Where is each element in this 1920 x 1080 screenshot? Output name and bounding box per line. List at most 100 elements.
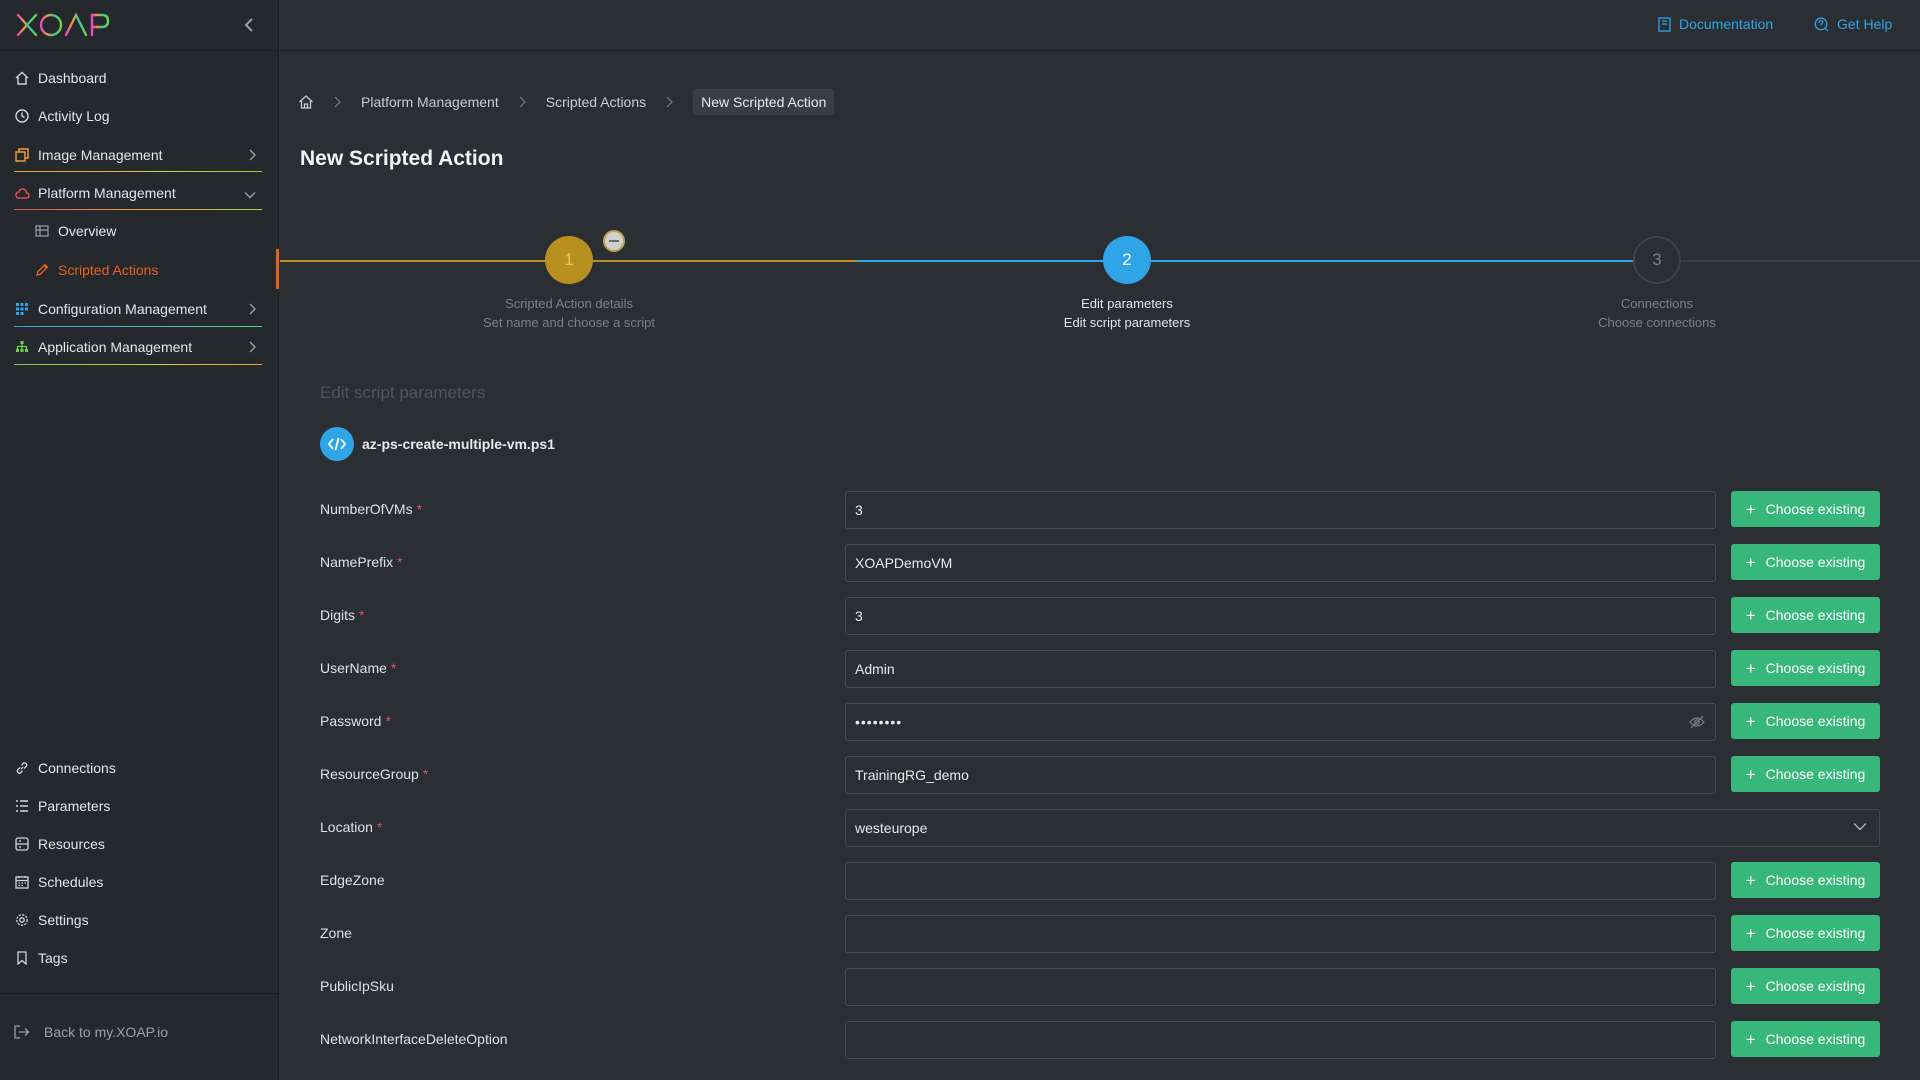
networkinterfacedeleteoption-input[interactable] [845, 1021, 1716, 1059]
param-label: Password * [320, 713, 391, 729]
sidebar: Dashboard Activity Log Image Management … [0, 0, 279, 1080]
param-label-text: UserName [320, 660, 387, 676]
choose-existing-button[interactable]: + Choose existing [1731, 597, 1880, 633]
choose-existing-label: Choose existing [1765, 660, 1866, 676]
required-mark: * [397, 554, 403, 570]
calendar-icon [14, 874, 30, 890]
sidebar-item-connections[interactable]: Connections [14, 754, 264, 782]
step-3-label: Connections Choose connections [1527, 294, 1787, 332]
bookmark-icon [14, 950, 30, 966]
sidebar-item-label: Dashboard [38, 70, 107, 86]
chevron-left-icon [244, 18, 253, 32]
sidebar-subitem-overview[interactable]: Overview [34, 217, 264, 245]
sidebar-item-dashboard[interactable]: Dashboard [14, 64, 264, 92]
chevron-right-icon [666, 96, 673, 108]
back-to-xoap-link[interactable]: Back to my.XOAP.io [14, 1024, 168, 1040]
nav-underline [14, 209, 262, 210]
step-2-label: Edit parameters Edit script parameters [997, 294, 1257, 332]
param-label-text: Zone [320, 925, 352, 941]
step-line-active [857, 260, 1673, 262]
book-icon [1658, 16, 1671, 32]
sidebar-item-schedules[interactable]: Schedules [14, 868, 264, 896]
sidebar-subitem-label: Overview [58, 223, 117, 239]
choose-existing-button[interactable]: + Choose existing [1731, 650, 1880, 686]
nav-underline [14, 364, 262, 365]
nav-underline [14, 171, 262, 172]
sidebar-item-configuration-management[interactable]: Configuration Management [14, 295, 264, 323]
choose-existing-button[interactable]: + Choose existing [1731, 915, 1880, 951]
param-row-resourcegroup: ResourceGroup * TrainingRG_demo + Choose e… [320, 756, 1880, 794]
choose-existing-button[interactable]: + Choose existing [1731, 756, 1880, 792]
stack-icon [14, 836, 30, 852]
choose-existing-button[interactable]: + Choose existing [1731, 862, 1880, 898]
breadcrumb-current: New Scripted Action [693, 89, 835, 115]
param-label-text: NetworkInterfaceDeleteOption [320, 1031, 508, 1047]
choose-existing-label: Choose existing [1765, 978, 1866, 994]
digits-input[interactable]: 3 [845, 597, 1716, 635]
sidebar-item-activity-log[interactable]: Activity Log [14, 102, 264, 130]
chevron-down-icon [244, 186, 256, 202]
sidebar-item-label: Tags [38, 950, 68, 966]
breadcrumb-scripted-actions[interactable]: Scripted Actions [546, 94, 646, 110]
documentation-link[interactable]: Documentation [1658, 16, 1773, 32]
sidebar-item-label: Platform Management [38, 185, 176, 201]
choose-existing-button[interactable]: + Choose existing [1731, 703, 1880, 739]
username-input[interactable]: Admin [845, 650, 1716, 688]
xoap-logo[interactable] [16, 11, 110, 39]
nameprefix-input[interactable]: XOAPDemoVM [845, 544, 1716, 582]
step-2-circle[interactable]: 2 [1103, 236, 1151, 284]
collapse-sidebar-button[interactable] [238, 14, 260, 36]
password-input[interactable]: •••••••• [845, 703, 1716, 741]
breadcrumb-home-icon[interactable] [298, 94, 314, 110]
choose-existing-button[interactable]: + Choose existing [1731, 1021, 1880, 1057]
sidebar-item-tags[interactable]: Tags [14, 944, 264, 972]
zone-input[interactable] [845, 915, 1716, 953]
get-help-link[interactable]: Get Help [1814, 16, 1892, 32]
step-1-circle[interactable]: 1 [545, 236, 593, 284]
step-1-title: Scripted Action details [505, 296, 633, 311]
param-label: ResourceGroup * [320, 766, 428, 782]
choose-existing-button[interactable]: + Choose existing [1731, 544, 1880, 580]
sidebar-subitem-scripted-actions[interactable]: Scripted Actions [34, 256, 264, 284]
sidebar-subitem-label: Scripted Actions [58, 262, 159, 278]
location-select[interactable]: westeurope [845, 809, 1880, 847]
sidebar-item-resources[interactable]: Resources [14, 830, 264, 858]
plus-icon: + [1745, 711, 1756, 731]
table-icon [34, 223, 50, 239]
sidebar-item-image-management[interactable]: Image Management [14, 141, 264, 169]
sidebar-item-label: Resources [38, 836, 105, 852]
active-indicator [276, 249, 279, 289]
publicipsku-input[interactable] [845, 968, 1716, 1006]
sidebar-item-platform-management[interactable]: Platform Management [14, 179, 264, 207]
param-row-nameprefix: NamePrefix * XOAPDemoVM + Choose existing [320, 544, 1880, 582]
step-2-subtitle: Edit script parameters [1063, 315, 1191, 330]
exit-icon [14, 1025, 30, 1039]
choose-existing-label: Choose existing [1765, 501, 1866, 517]
breadcrumb: Platform Management Scripted Actions New… [298, 88, 835, 116]
list-icon [14, 798, 30, 814]
param-row-networkinterfacedeleteoption: NetworkInterfaceDeleteOption + Choose exi… [320, 1021, 1880, 1059]
required-mark: * [416, 501, 423, 517]
breadcrumb-platform-management[interactable]: Platform Management [361, 94, 499, 110]
choose-existing-button[interactable]: + Choose existing [1731, 491, 1880, 527]
logo-row [0, 0, 278, 51]
minus-icon[interactable] [603, 230, 625, 252]
resourcegroup-input[interactable]: TrainingRG_demo [845, 756, 1716, 794]
sidebar-item-parameters[interactable]: Parameters [14, 792, 264, 820]
param-label: EdgeZone [320, 872, 385, 888]
eye-off-icon[interactable] [1689, 715, 1705, 729]
numberofvms-input[interactable]: 3 [845, 491, 1716, 529]
choose-existing-label: Choose existing [1765, 1031, 1866, 1047]
sidebar-item-application-management[interactable]: Application Management [14, 333, 264, 361]
chevron-down-icon [1853, 822, 1867, 831]
param-row-numberofvms: NumberOfVMs * 3 + Choose existing [320, 491, 1880, 529]
choose-existing-button[interactable]: + Choose existing [1731, 968, 1880, 1004]
link-icon [14, 760, 30, 776]
sidebar-item-settings[interactable]: Settings [14, 906, 264, 934]
get-help-label: Get Help [1837, 16, 1893, 32]
choose-existing-label: Choose existing [1765, 925, 1866, 941]
choose-existing-label: Choose existing [1765, 872, 1866, 888]
edgezone-input[interactable] [845, 862, 1716, 900]
step-3-circle[interactable]: 3 [1633, 236, 1681, 284]
param-label: NumberOfVMs * [320, 501, 422, 517]
